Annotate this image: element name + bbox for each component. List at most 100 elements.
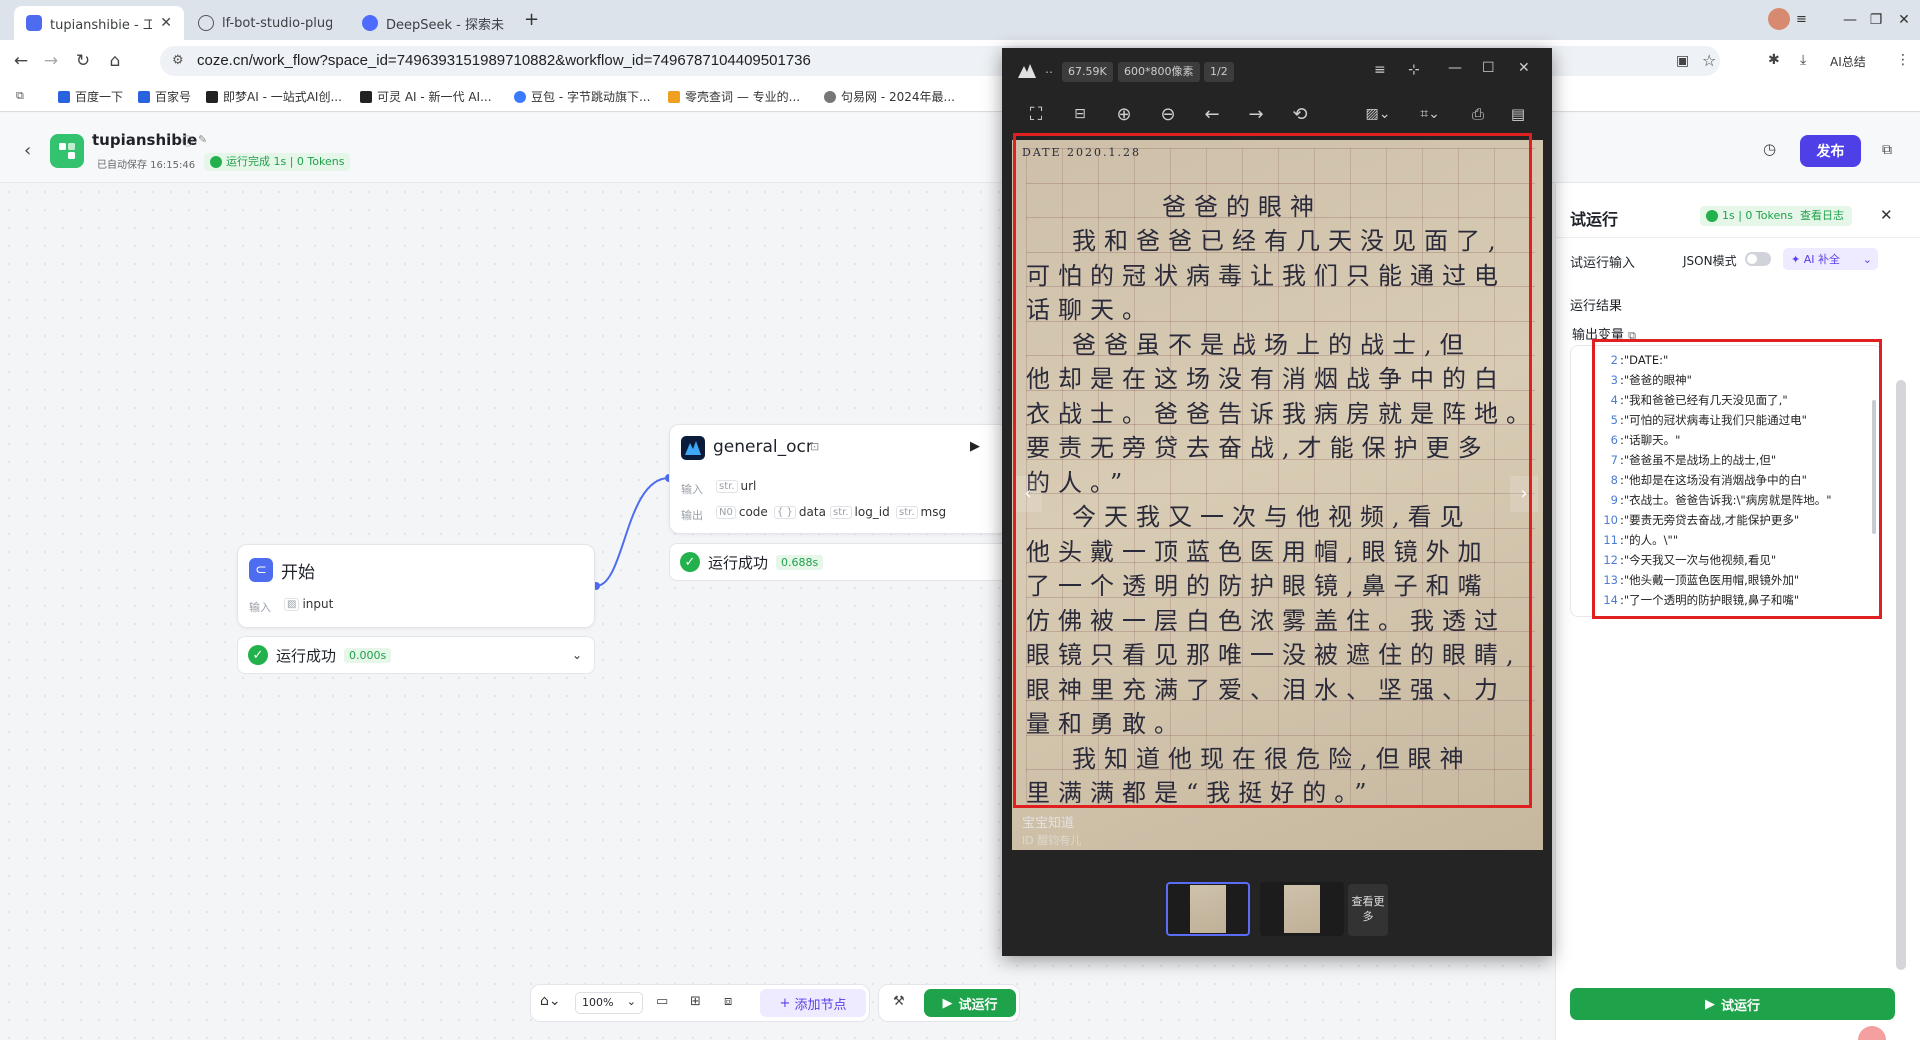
thumbnail-2[interactable] [1260,882,1344,936]
bookmark-item[interactable]: 句易网 - 2024年最... [824,88,955,105]
bookmark-star-icon[interactable]: ☆ [1702,51,1716,70]
previous-arrow-icon[interactable]: ← [1200,102,1224,126]
edit-icon[interactable]: ✎ [198,133,207,146]
thumbnail-1[interactable] [1166,882,1250,936]
play-icon: ▶ [1704,996,1715,1012]
ai-summary-button[interactable]: AI总结 [1830,53,1866,70]
run-time-tag: 0.000s [344,647,392,663]
zoom-select[interactable]: 100% ⌄ [575,992,643,1014]
type-tag: N0 [716,505,736,519]
ocr-node-icon [681,436,705,460]
new-tab-button[interactable]: + [524,9,539,30]
mouse-mode-icon[interactable]: ⌂⌄ [540,993,561,1009]
back-arrow-icon[interactable]: ‹ [24,140,31,161]
bookmark-item[interactable]: 百度一下 [58,88,123,105]
save-image-icon[interactable]: ▤ [1506,102,1530,126]
viewer-close-icon[interactable]: ✕ [1518,60,1530,76]
tab-search-icon[interactable]: ≡ [1796,12,1807,27]
panel-test-run-button[interactable]: ▶ 试运行 [1570,988,1895,1020]
restore-icon[interactable]: ❐ [1862,8,1890,32]
extensions-icon[interactable]: ✱ [1768,52,1780,68]
profile-avatar[interactable] [1768,8,1790,30]
actual-size-icon[interactable]: ⊟ [1068,102,1092,126]
rotate-icon[interactable]: ⟲ [1288,102,1312,126]
more-menu-icon[interactable]: ⋮ [1896,52,1910,68]
coze-favicon-icon [26,15,42,31]
home-icon[interactable]: ⌂ [104,50,126,72]
minimize-icon[interactable]: — [1836,8,1864,32]
close-window-icon[interactable]: ✕ [1890,8,1918,32]
viewer-menu-icon[interactable]: ≡ [1374,62,1386,78]
ai-fill-button[interactable]: ✦ AI 补全 ⌄ [1783,248,1878,270]
download-icon[interactable]: ⤓ [1800,52,1806,68]
tab-tupianshibie[interactable]: tupianshibie - 工 ✕ [14,6,184,40]
panel-scrollbar[interactable] [1896,380,1906,970]
viewer-minimize-icon[interactable]: — [1448,60,1462,76]
close-tab-icon[interactable]: ✕ [160,15,172,31]
bookmark-label: 豆包 - 字节跳动旗下... [531,90,651,104]
start-node-icon: ⊂ [249,558,273,582]
image-tools-icon[interactable]: ▨⌄ [1366,102,1391,126]
panel-title: 试运行 [1570,210,1619,229]
back-icon[interactable]: ← [10,50,32,72]
run-time-tag: 0.688s [776,554,824,570]
reload-icon[interactable]: ↻ [72,50,94,72]
ocr-run-result[interactable]: ✓ 运行成功 0.688s [669,543,1009,581]
divider [1556,237,1920,238]
add-node-button[interactable]: + 添加节点 [760,989,866,1017]
next-arrow-icon[interactable]: → [1244,102,1268,126]
close-panel-icon[interactable]: ✕ [1880,206,1893,224]
crop-icon[interactable]: ⌗⌄ [1418,102,1442,126]
site-info-icon[interactable]: ⚙ [172,53,184,68]
start-run-result[interactable]: ✓ 运行成功 0.000s ⌄ [237,636,595,674]
print-icon[interactable]: ⎙ [1466,102,1490,126]
forward-icon[interactable]: → [40,50,62,72]
test-run-button[interactable]: ▶ 试运行 [924,989,1016,1017]
tab-title: tupianshibie - 工 [50,17,153,33]
info-icon[interactable]: ⓘ [182,133,193,149]
panel-toggle-icon[interactable]: ⧉ [1882,142,1892,158]
minimap-icon[interactable]: ⧈ [724,994,732,1009]
json-mode-label: JSON模式 [1683,254,1737,268]
pin-icon[interactable]: ⊹ [1408,62,1420,78]
apps-icon[interactable]: ⧉ [16,89,24,103]
json-mode-toggle[interactable] [1745,252,1771,266]
panel-test-run-label: 试运行 [1720,998,1760,1014]
fullscreen-icon[interactable]: ⛶ [1024,102,1048,126]
zoom-value: 100% [582,996,614,1009]
start-input-var: input [302,597,334,611]
image-watermark-id: ID 醒钧有儿 [1022,834,1082,847]
success-check-icon: ✓ [248,645,268,665]
url-text: coze.cn/work_flow?space_id=7496393151989… [197,52,811,69]
bookmark-item[interactable]: 即梦AI - 一站式AI创... [206,88,342,105]
tab-lf-bot-studio[interactable]: lf-bot-studio-plugin- [186,6,344,40]
chevron-down-icon[interactable]: ⌄ [1863,253,1872,266]
zoom-in-icon[interactable]: ⊕ [1112,102,1136,126]
comment-icon[interactable]: ▭ [656,994,668,1009]
screenshot-icon[interactable]: ▣ [1676,53,1689,69]
file-size-tag: 67.59K [1062,62,1113,82]
viewer-maximize-icon[interactable]: ☐ [1482,60,1495,76]
type-tag: { } [774,505,796,519]
bookmark-item[interactable]: 百家号 [138,88,191,105]
view-more-button[interactable]: 查看更多 [1348,884,1388,936]
publish-button[interactable]: 发布 [1800,135,1861,167]
output-var: msg [920,505,947,519]
layout-grid-icon[interactable]: ⊞ [690,994,701,1009]
bookmark-label: 可灵 AI - 新一代 AI... [377,90,492,104]
play-icon: ▶ [942,995,953,1011]
play-icon[interactable]: ▶ [970,439,980,454]
tab-deepseek[interactable]: DeepSeek - 探索未至 [350,6,516,40]
type-tag: str. [716,479,738,493]
bookmark-item[interactable]: 可灵 AI - 新一代 AI... [360,88,492,105]
image-watermark: 宝宝知道 [1022,816,1075,831]
viewer-menu-dots-icon[interactable]: ‥ [1045,62,1053,76]
bookmark-item[interactable]: 零壳查词 — 专业的... [668,88,800,105]
bookmark-item[interactable]: 豆包 - 字节跳动旗下... [514,88,650,105]
view-log-link[interactable]: 查看日志 [1800,209,1844,222]
debug-tool-icon[interactable]: ⚒ [893,994,905,1009]
chevron-down-icon[interactable]: ⌄ [572,648,582,662]
start-node[interactable] [237,544,595,628]
history-icon[interactable]: ◷ [1763,140,1776,158]
zoom-out-icon[interactable]: ⊖ [1156,102,1180,126]
